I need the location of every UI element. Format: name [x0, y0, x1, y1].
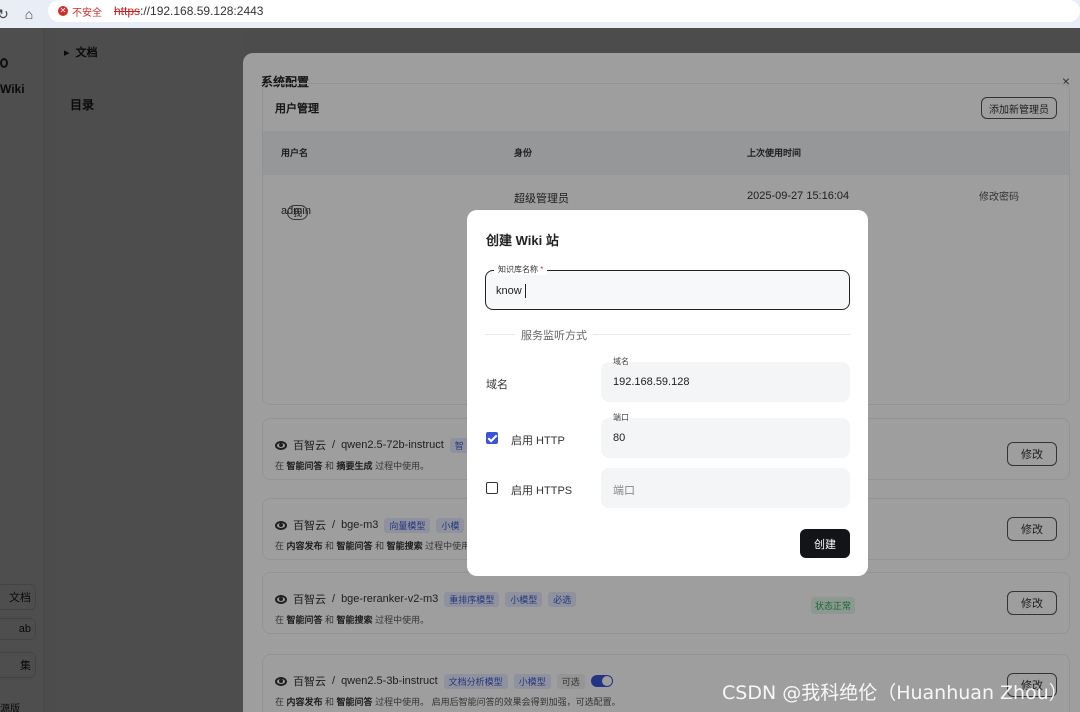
- warning-icon: ✕: [58, 6, 68, 16]
- create-button[interactable]: 创建: [800, 529, 850, 558]
- https-checkbox[interactable]: [486, 482, 498, 494]
- http-port-value: 80: [613, 432, 626, 444]
- required-mark: *: [540, 265, 544, 274]
- wiki-name-label: 知识库名称 *: [494, 264, 548, 275]
- insecure-label: 不安全: [72, 7, 102, 19]
- text-caret: [525, 284, 526, 298]
- browser-toolbar: ↻ ⌂ ✕ 不安全 https ://192.168.59.128:2443: [0, 0, 1080, 28]
- wiki-name-input[interactable]: [496, 282, 826, 300]
- create-wiki-dialog: 创建 Wiki 站 知识库名称 * 服务监听方式 域名 域名 192.168.5…: [467, 210, 868, 576]
- domain-small-label: 域名: [613, 357, 629, 366]
- https-port-placeholder: 端口: [613, 485, 635, 497]
- http-checkbox[interactable]: [486, 432, 498, 444]
- http-label: 启用 HTTP: [511, 435, 565, 447]
- section-title: 服务监听方式: [515, 327, 593, 343]
- dialog-title: 创建 Wiki 站: [486, 233, 559, 248]
- http-port-label: 端口: [613, 413, 629, 422]
- wiki-name-field[interactable]: 知识库名称 *: [485, 264, 850, 310]
- domain-value: 192.168.59.128: [613, 376, 690, 388]
- url-scheme: https: [114, 4, 141, 18]
- reload-icon[interactable]: ↻: [0, 3, 14, 25]
- domain-field[interactable]: 域名 192.168.59.128: [601, 357, 850, 402]
- url-host: ://192.168.59.128:2443: [140, 4, 264, 18]
- https-port-field[interactable]: 端口: [601, 468, 850, 508]
- domain-row-label: 域名: [486, 379, 508, 391]
- address-bar[interactable]: ✕ 不安全 https ://192.168.59.128:2443: [48, 0, 1080, 22]
- home-icon[interactable]: ⌂: [18, 3, 40, 25]
- security-indicator[interactable]: ✕ 不安全: [58, 4, 102, 19]
- label-text: 知识库名称: [498, 265, 538, 274]
- watermark: CSDN @我科绝伦（Huanhuan Zhou）: [722, 682, 1068, 704]
- https-label: 启用 HTTPS: [511, 485, 573, 497]
- http-port-field[interactable]: 端口 80: [601, 413, 850, 458]
